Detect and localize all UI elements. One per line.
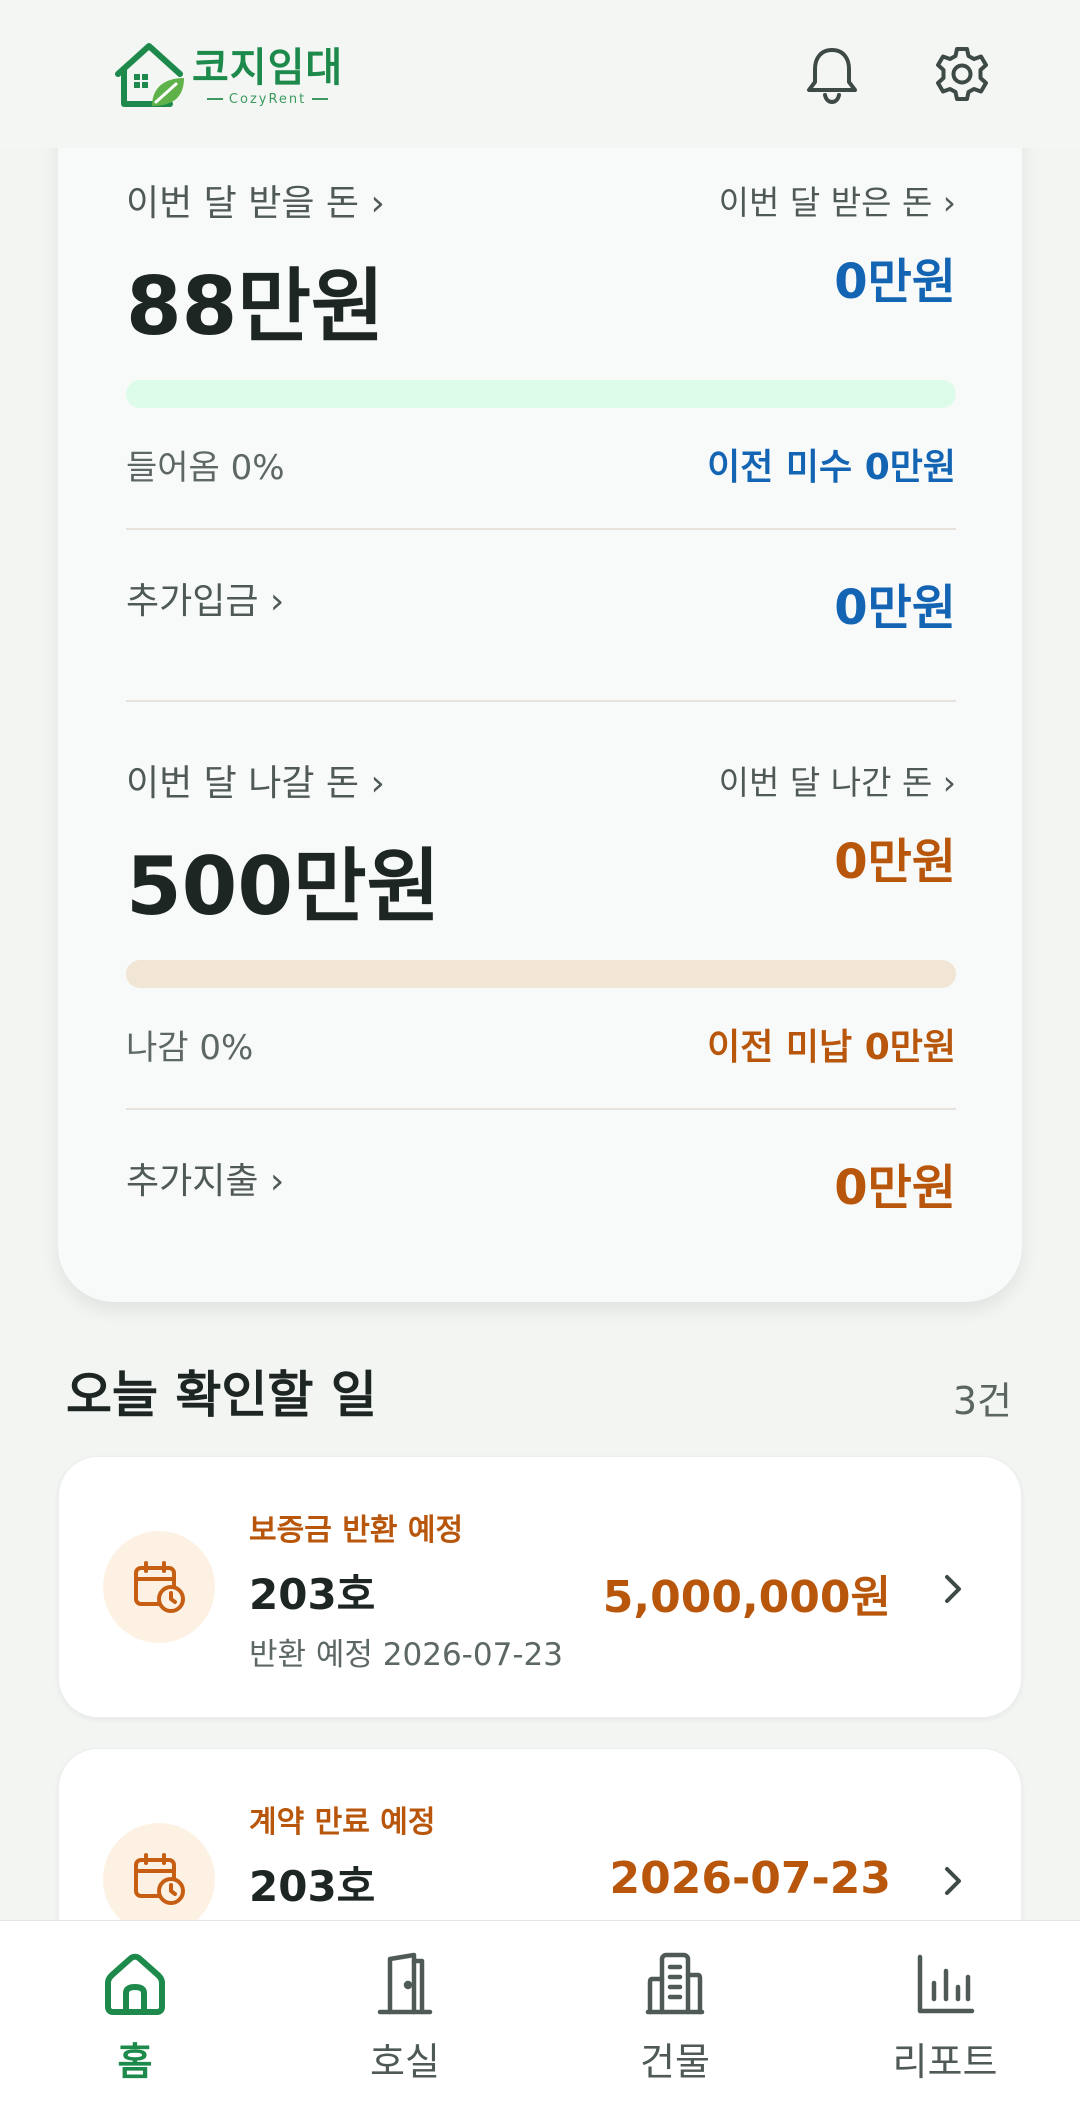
house-leaf-icon <box>115 43 184 107</box>
calendar-clock-icon <box>134 1561 185 1613</box>
chart-icon <box>917 1954 975 2014</box>
task-value: 2026-07-23 <box>609 1853 891 1904</box>
divider <box>126 700 956 702</box>
nav-item-home[interactable]: 홈 <box>0 1921 270 2111</box>
nav-item-rooms[interactable]: 호실 <box>270 1921 540 2111</box>
expense-arrears-text: 이전 미납 0만원 <box>707 1027 956 1068</box>
monthly-summary-card: 이번 달 받을 돈 › 이번 달 받은 돈 › 88만원 0만원 들어옴 0% … <box>58 110 1022 1302</box>
divider <box>126 1108 956 1110</box>
today-tasks-count: 3건 <box>952 1379 1012 1423</box>
extra-expense-amount: 0만원 <box>834 1160 956 1216</box>
task-unit: 203호 <box>249 1862 376 1911</box>
extra-expense-label[interactable]: 추가지출 › <box>126 1152 284 1204</box>
task-value: 5,000,000원 <box>602 1572 891 1623</box>
nav-label: 홈 <box>117 2040 153 2084</box>
expense-expected-label[interactable]: 이번 달 나갈 돈 › <box>126 754 385 806</box>
settings-button[interactable] <box>930 42 994 106</box>
task-card[interactable]: 보증금 반환 예정 203호 반환 예정 2026-07-23 5,000,00… <box>58 1456 1022 1718</box>
income-received-label[interactable]: 이번 달 받은 돈 › <box>719 176 956 224</box>
expense-progress-bar <box>126 960 956 988</box>
notification-bell-button[interactable] <box>800 42 864 106</box>
chevron-right-icon <box>945 1867 961 1895</box>
nav-item-reports[interactable]: 리포트 <box>810 1921 1080 2111</box>
divider <box>126 528 956 530</box>
nav-label: 건물 <box>640 2040 710 2084</box>
extra-income-amount: 0만원 <box>834 580 956 636</box>
extra-income-label[interactable]: 추가입금 › <box>126 572 284 624</box>
income-expected-label[interactable]: 이번 달 받을 돈 › <box>126 174 385 226</box>
gear-icon <box>936 47 988 101</box>
app-header: 코지임대 CozyRent <box>0 0 1080 148</box>
task-unit: 203호 <box>249 1570 376 1619</box>
nav-label: 리포트 <box>892 2040 998 2084</box>
door-icon <box>377 1952 433 2015</box>
logo-name: 코지임대 <box>192 44 344 91</box>
expense-expected-amount: 500만원 <box>126 840 441 933</box>
nav-label: 호실 <box>370 2040 440 2084</box>
logo-subtitle: CozyRent <box>228 91 307 107</box>
task-type: 계약 만료 예정 <box>249 1805 436 1840</box>
building-icon <box>645 1952 705 2015</box>
task-type: 보증금 반환 예정 <box>249 1513 464 1548</box>
income-progress-bar <box>126 380 956 408</box>
home-icon <box>105 1953 165 2015</box>
income-received-amount: 0만원 <box>834 254 956 310</box>
expense-paid-amount: 0만원 <box>834 834 956 890</box>
chevron-right-icon <box>945 1575 961 1603</box>
bell-icon <box>807 48 857 104</box>
expense-paid-label[interactable]: 이번 달 나간 돈 › <box>719 756 956 804</box>
income-arrears-text: 이전 미수 0만원 <box>707 447 956 488</box>
today-tasks-title: 오늘 확인할 일 <box>66 1366 377 1424</box>
app-logo[interactable]: 코지임대 CozyRent <box>112 36 343 116</box>
calendar-clock-icon <box>134 1853 185 1905</box>
task-subtext: 반환 예정 2026-07-23 <box>249 1637 563 1673</box>
nav-item-buildings[interactable]: 건물 <box>540 1921 810 2111</box>
income-expected-amount: 88만원 <box>126 260 385 353</box>
bottom-navigation: 홈 호실 건물 리포트 <box>0 1920 1080 2111</box>
income-progress-text: 들어옴 0% <box>126 448 285 488</box>
expense-progress-text: 나감 0% <box>126 1028 254 1068</box>
